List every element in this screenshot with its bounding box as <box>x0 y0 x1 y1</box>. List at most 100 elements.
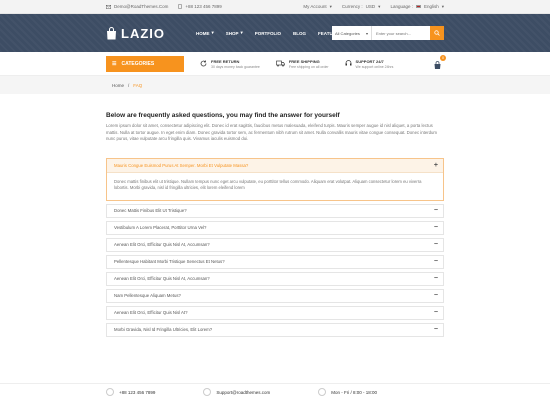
search-category-select[interactable]: All Categories ▾ <box>332 26 372 40</box>
service-bar: ☰ CATEGORIES FREE RETURN 30 days money b… <box>0 52 550 76</box>
search-bar: All Categories ▾ <box>332 26 444 40</box>
nav-item-shop[interactable]: SHOP ▾ <box>226 30 243 36</box>
faq-question: Pellentesque Habitant Morbi Tristique Se… <box>114 259 225 264</box>
service-subtitle: We support online 24hrs <box>355 64 394 69</box>
faq-question: Aenean Elit Orci, Efficitur Quis Nisl At… <box>114 310 188 315</box>
headset-icon <box>345 60 352 66</box>
language-label: Language : <box>390 4 413 9</box>
faq-item: Donec Mattis Finibus Elit Ut Tristique? … <box>106 203 444 218</box>
chevron-down-icon: ▾ <box>378 3 381 9</box>
logo-text: LAZIO <box>121 25 165 41</box>
service-title: FREE SHIPPING <box>288 58 320 64</box>
refresh-icon <box>200 60 207 67</box>
chevron-down-icon: ▾ <box>240 30 243 35</box>
chevron-down-icon: ▾ <box>329 3 332 9</box>
faq-question: Vestibulum A Lorem Placerat, Porttitor U… <box>114 225 207 230</box>
nav-item-label: BLOG <box>293 30 307 36</box>
service-subtitle: Free shipping on all order <box>288 64 329 69</box>
top-bar: Demo@RoadThemes.Com +88 123 456 7899 My … <box>0 0 550 14</box>
my-account-dropdown[interactable]: My Account ▾ <box>303 4 332 10</box>
chevron-down-icon: ▾ <box>441 3 444 9</box>
nav-item-blog[interactable]: BLOG <box>293 30 306 36</box>
plus-icon: + <box>433 161 438 169</box>
faq-question-toggle[interactable]: Aenean Elit Orci, Efficitur Quis Nisl At… <box>107 239 443 251</box>
breadcrumb-separator: / <box>128 82 130 88</box>
footer-hours-text: Mon - Fri / 8:00 - 18:00 <box>331 389 378 395</box>
chevron-down-icon: ▾ <box>365 30 368 36</box>
menu-icon: ☰ <box>112 60 117 67</box>
main-header: LAZIO HOME ▾ SHOP ▾ PORTFOLIO BLOG FEATURE… <box>0 14 550 52</box>
search-input[interactable] <box>372 26 430 40</box>
my-account-label: My Account <box>303 4 327 9</box>
faq-question-toggle[interactable]: Pellentesque Habitant Morbi Tristique Se… <box>107 256 443 268</box>
top-bar-email-text: Demo@RoadThemes.Com <box>114 4 169 9</box>
faq-question: Mauris Congue Euismod Purus At Semper. M… <box>114 162 249 168</box>
faq-item: Pellentesque Habitant Morbi Tristique Se… <box>106 254 444 269</box>
minus-icon: − <box>433 258 438 265</box>
faq-question-toggle[interactable]: Mauris Congue Euismod Purus At Semper. M… <box>107 158 443 172</box>
footer-email: Support@roadthemes.com <box>203 388 270 396</box>
cart-icon <box>434 61 441 69</box>
breadcrumb: Home / FAQ <box>0 76 550 94</box>
footer-phone-text: +88 123 456 7899 <box>119 389 156 395</box>
top-bar-phone[interactable]: +88 123 456 7899 <box>178 4 222 9</box>
nav-item-portfolio[interactable]: PORTFOLIO <box>255 30 281 36</box>
truck-icon <box>276 60 285 67</box>
faq-item: Morbi Gravida, Nisl Id Fringilla Ultrici… <box>106 322 444 337</box>
faq-question: Morbi Gravida, Nisl Id Fringilla Ultrici… <box>114 327 213 332</box>
minus-icon: − <box>433 275 438 282</box>
faq-list: Mauris Congue Euismod Purus At Semper. M… <box>106 157 444 337</box>
faq-question-toggle[interactable]: Vestibulum A Lorem Placerat, Porttitor U… <box>107 222 443 234</box>
main-nav: HOME▾ SHOP▾ PORTFOLIO BLOG FEATURES▾ <box>196 30 346 36</box>
phone-icon <box>178 4 183 9</box>
search-button[interactable] <box>430 26 444 40</box>
services-list: FREE RETURN 30 days money back guarantee… <box>200 59 393 69</box>
faq-question-toggle[interactable]: Donec Mattis Finibus Elit Ut Tristique? … <box>107 205 443 217</box>
categories-button[interactable]: ☰ CATEGORIES <box>106 55 184 72</box>
search-icon <box>434 30 440 36</box>
service-support: SUPPORT 24/7 We support online 24hrs <box>345 58 394 69</box>
top-bar-settings: My Account ▾ Currency : USD ▾ Language :… <box>303 4 444 10</box>
faq-item: Nam Pellentesque Aliquam Metus? − <box>106 288 444 303</box>
top-bar-phone-text: +88 123 456 7899 <box>185 4 222 9</box>
top-bar-email[interactable]: Demo@RoadThemes.Com <box>106 4 168 9</box>
minus-icon: − <box>433 292 438 299</box>
intro-text: Lorem ipsum dolor sit amet, consectetur … <box>106 123 438 141</box>
language-dropdown[interactable]: Language : English ▾ <box>390 4 444 10</box>
phone-icon <box>106 388 114 396</box>
faq-answer: Donec mattis finibus elit ut tristique. … <box>107 171 443 200</box>
faq-content: Below are frequently asked questions, yo… <box>0 112 550 337</box>
breadcrumb-home-link[interactable]: Home <box>112 83 124 88</box>
site-logo[interactable]: LAZIO <box>106 26 196 41</box>
service-subtitle: 30 days money back guarantee <box>211 64 260 69</box>
nav-item-home[interactable]: HOME ▾ <box>196 30 214 36</box>
faq-question: Aenean Elit Orci, Efficitur Quis Nisl At… <box>114 276 210 281</box>
faq-question-toggle[interactable]: Aenean Elit Orci, Efficitur Quis Nisl At… <box>107 273 443 285</box>
service-free-shipping: FREE SHIPPING Free shipping on all order <box>276 59 329 69</box>
faq-question: Nam Pellentesque Aliquam Metus? <box>114 293 181 298</box>
footer-hours: Mon - Fri / 8:00 - 18:00 <box>318 388 377 396</box>
service-title: SUPPORT 24/7 <box>355 58 384 64</box>
nav-item-label: HOME <box>196 30 210 36</box>
faq-question-toggle[interactable]: Morbi Gravida, Nisl Id Fringilla Ultrici… <box>107 324 443 336</box>
page-title: Below are frequently asked questions, yo… <box>106 112 340 119</box>
faq-question-toggle[interactable]: Aenean Elit Orci, Efficitur Quis Nisl At… <box>107 307 443 319</box>
cart-count-badge: 0 <box>440 55 446 61</box>
faq-question-toggle[interactable]: Nam Pellentesque Aliquam Metus? − <box>107 290 443 302</box>
language-value: English <box>423 4 439 9</box>
categories-label: CATEGORIES <box>121 60 155 67</box>
faq-item: Aenean Elit Orci, Efficitur Quis Nisl At… <box>106 271 444 286</box>
minus-icon: − <box>433 309 438 316</box>
minus-icon: − <box>433 326 438 333</box>
footer-phone: +88 123 456 7899 <box>106 388 155 396</box>
clock-icon <box>318 388 327 396</box>
minus-icon: − <box>433 207 438 214</box>
faq-item: Aenean Elit Orci, Efficitur Quis Nisl At… <box>106 305 444 320</box>
nav-item-label: SHOP <box>225 30 239 36</box>
currency-value: USD <box>365 4 376 9</box>
footer-email-text[interactable]: Support@roadthemes.com <box>216 390 270 395</box>
cart-button[interactable]: 0 <box>433 55 446 75</box>
faq-item: Mauris Congue Euismod Purus At Semper. M… <box>106 157 444 201</box>
currency-dropdown[interactable]: Currency : USD ▾ <box>342 4 381 10</box>
faq-item: Aenean Elit Orci, Efficitur Quis Nisl At… <box>106 237 444 252</box>
